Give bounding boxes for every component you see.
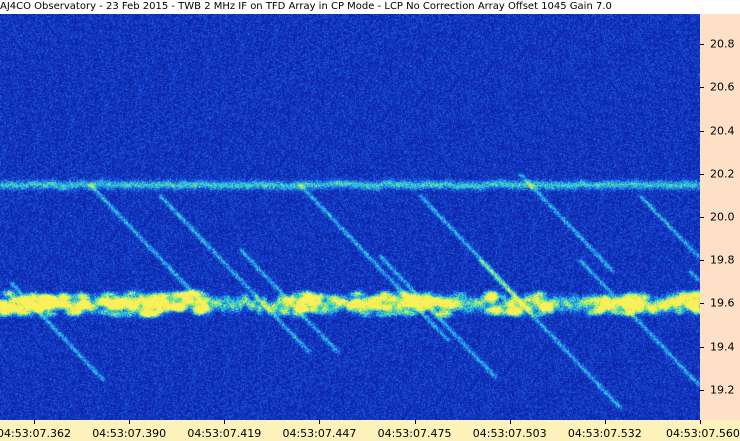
ytick-label: 20.6	[710, 80, 735, 94]
ytick-label: 19.6	[710, 296, 735, 310]
xtick-label: 04:53:07.390	[92, 427, 167, 440]
ytick-label: 19.4	[710, 340, 735, 354]
ytick-label: 20.4	[710, 124, 735, 138]
time-axis: 04:53:07.362 04:53:07.390 04:53:07.419 04:5…	[0, 420, 740, 441]
window-title: AJ4CO Observatory - 23 Feb 2015 - TWB 2 …	[0, 0, 740, 14]
xtick-label: 04:53:07.503	[472, 427, 547, 440]
xtick-mark	[319, 420, 321, 424]
ytick-mark	[700, 346, 704, 348]
ytick-label: 20.8	[710, 37, 735, 51]
ytick-mark	[700, 303, 704, 305]
xtick-label: 04:53:07.419	[187, 427, 262, 440]
xtick-mark	[604, 420, 606, 424]
ytick-mark	[700, 173, 704, 175]
ytick-label: 20.0	[710, 210, 735, 224]
xtick-mark	[509, 420, 511, 424]
ytick-mark	[700, 260, 704, 262]
xtick-mark	[34, 420, 35, 424]
xtick-mark	[224, 420, 226, 424]
xtick-label: 04:53:07.560	[666, 427, 740, 440]
ytick-mark	[700, 87, 704, 89]
xtick-mark	[700, 420, 701, 424]
xtick-mark	[129, 420, 131, 424]
xtick-label: 04:53:07.447	[282, 427, 357, 440]
xtick-label: 04:53:07.475	[377, 427, 452, 440]
ytick-mark	[700, 217, 704, 218]
xtick-label: 04:53:07.362	[0, 427, 71, 440]
ytick-mark	[700, 130, 704, 132]
ytick-mark	[700, 44, 704, 46]
ytick-label: 19.2	[710, 383, 735, 397]
ytick-label: 19.8	[710, 253, 735, 267]
spectrogram-plot	[0, 14, 700, 420]
xtick-mark	[414, 420, 416, 424]
ytick-mark	[700, 389, 704, 391]
xtick-label: 04:53:07.532	[567, 427, 642, 440]
frequency-axis: 19.2 19.4 19.6 19.8 20.0 20.2 20.4 20.6 20.8	[700, 14, 740, 420]
ytick-label: 20.2	[710, 167, 735, 181]
